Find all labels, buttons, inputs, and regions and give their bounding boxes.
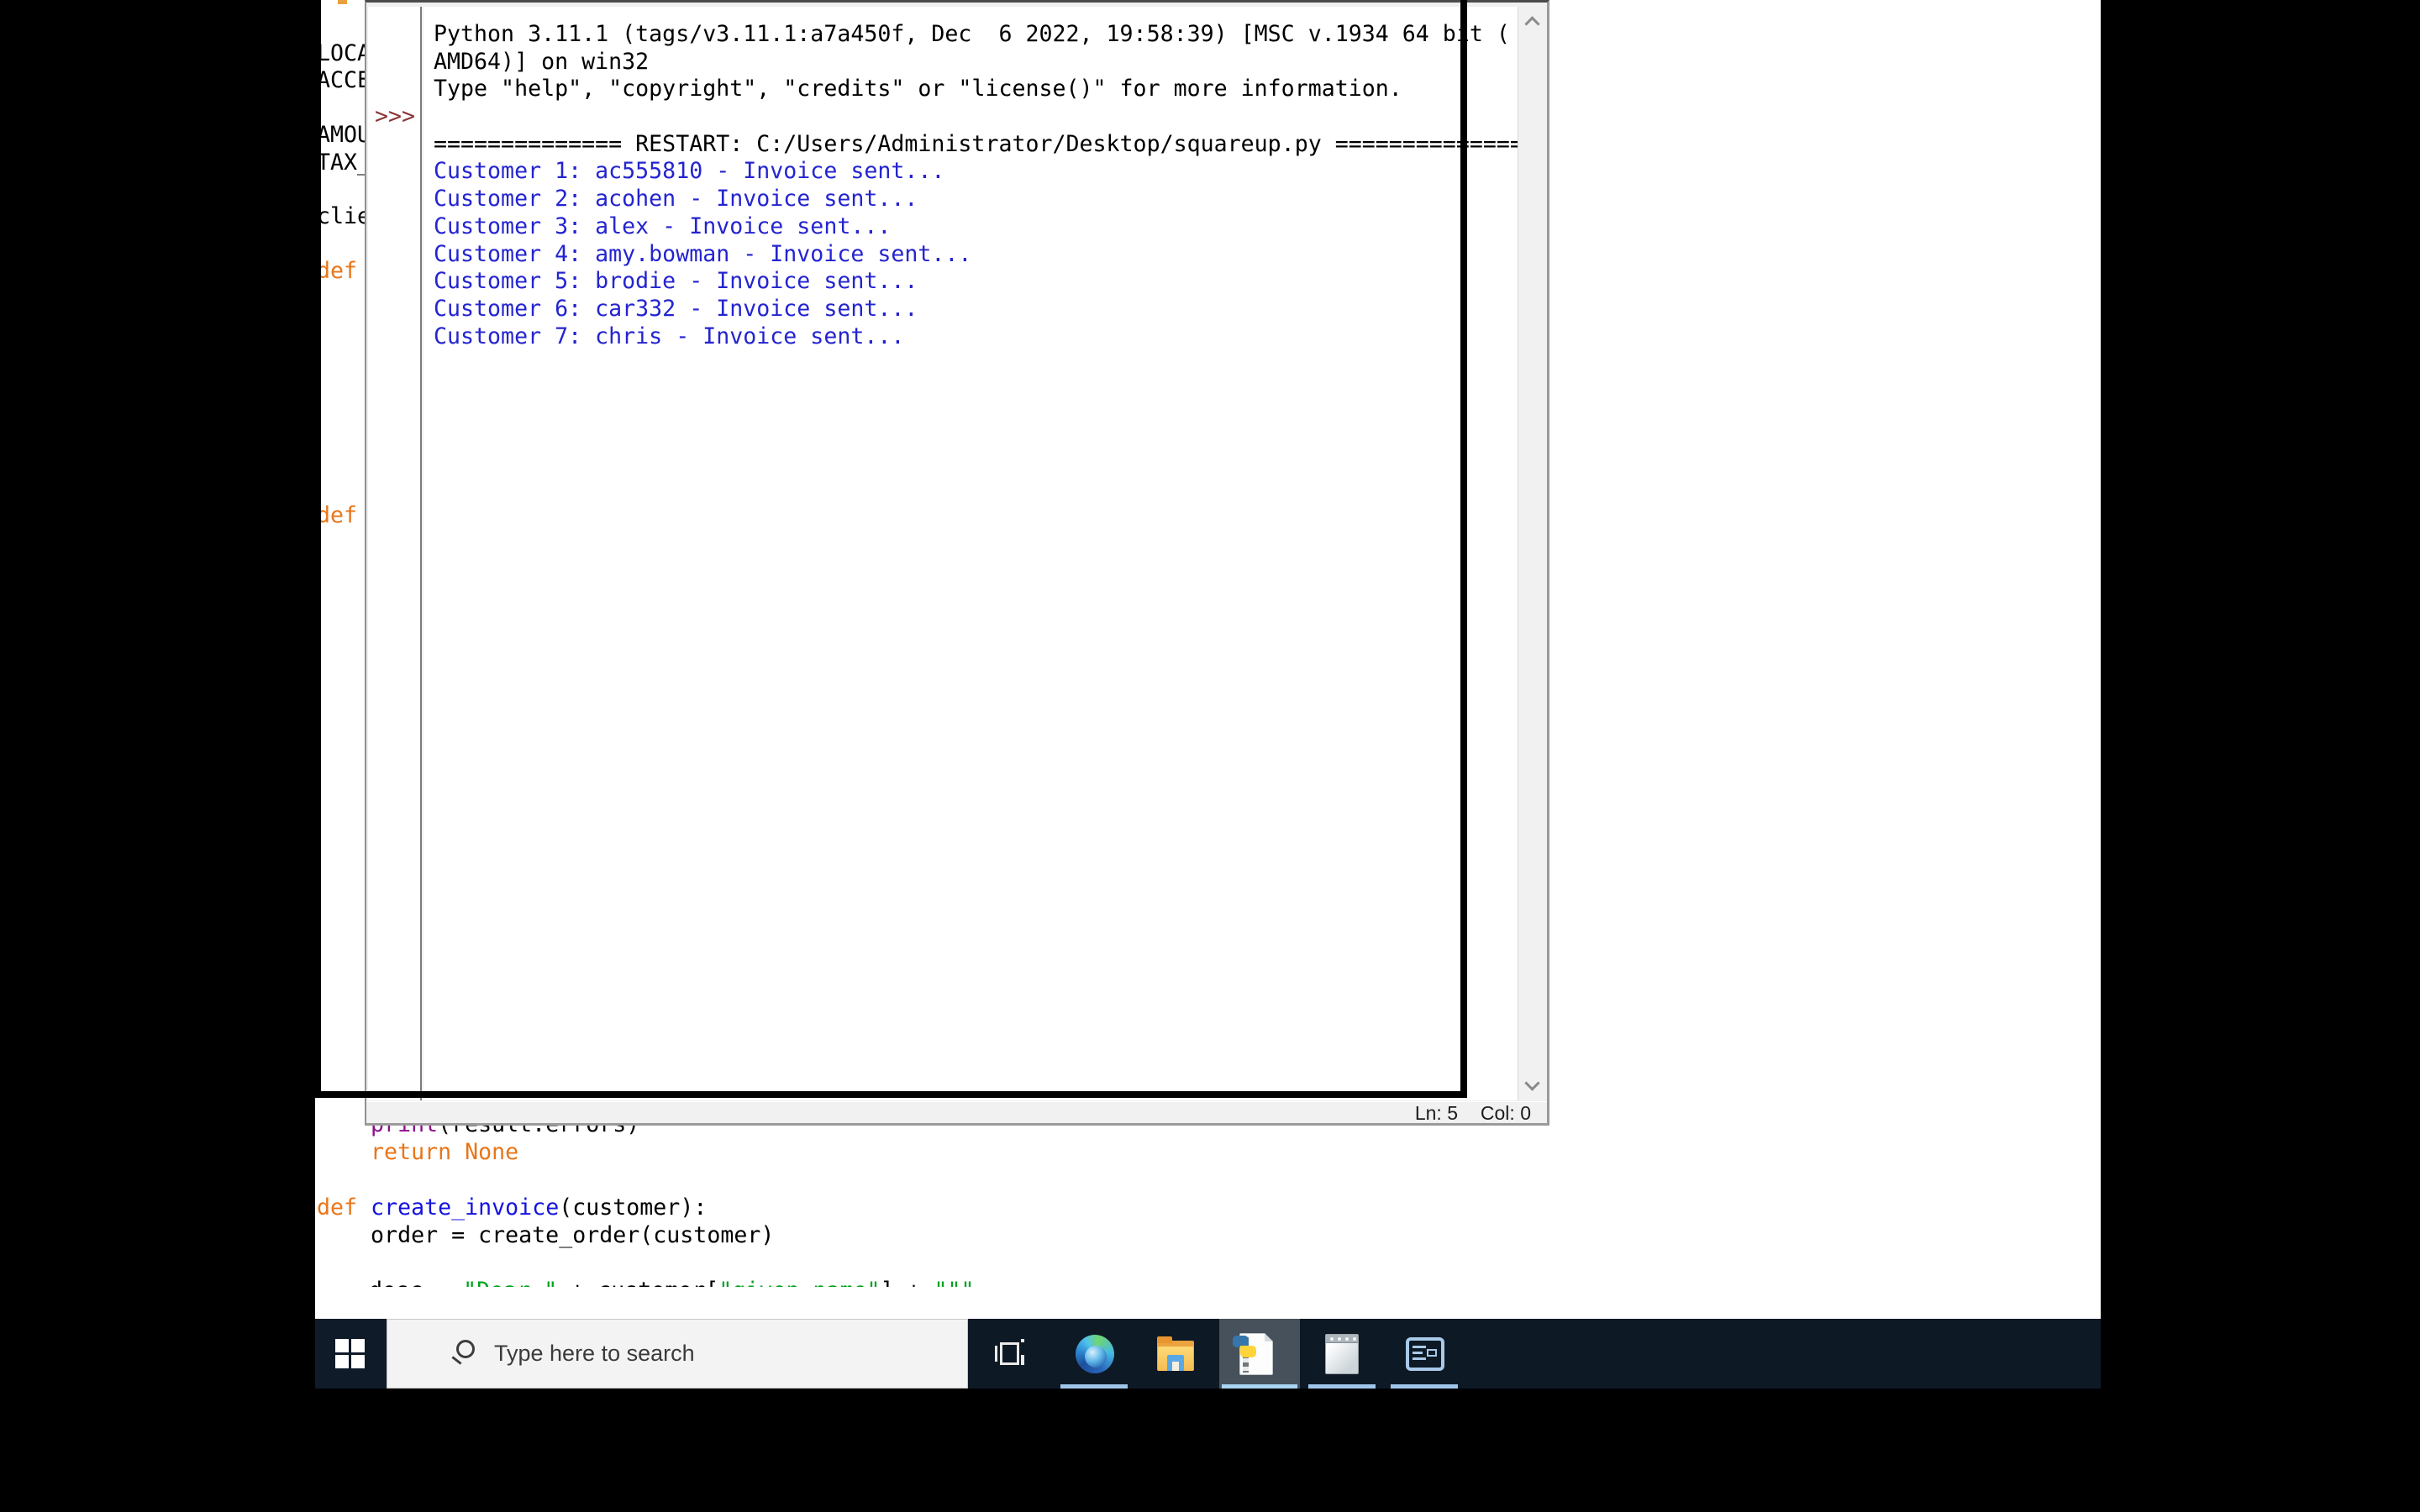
code-line: clie (317, 203, 371, 231)
shell-scrollbar[interactable] (1518, 7, 1546, 1100)
code-segment: def (317, 1194, 358, 1221)
editor-clipped-text-fragment (338, 0, 347, 4)
code-segment: """ (934, 1278, 975, 1287)
shell-text-area[interactable]: Python 3.11.1 (tags/v3.11.1:a7a450f, Dec… (424, 7, 1518, 1100)
code-line: def (317, 502, 357, 530)
scroll-down-icon[interactable] (1524, 1075, 1540, 1091)
code-segment: + customer[ (557, 1278, 718, 1287)
python-logo-icon (1233, 1336, 1258, 1361)
task-view-icon (995, 1339, 1024, 1368)
shell-prompt: >>> (375, 103, 416, 129)
terminal-icon (1406, 1337, 1444, 1371)
code-line: order = create_order(customer) (317, 1222, 774, 1250)
start-button[interactable] (315, 1319, 387, 1389)
code-segment: create_invoice (371, 1194, 560, 1221)
running-indicator (1391, 1384, 1458, 1389)
shell-prompt-sidebar: >>> (368, 7, 422, 1100)
shell-line: Customer 5: brodie - Invoice sent... (434, 268, 918, 295)
code-segment: LOCA (317, 40, 371, 66)
search-input[interactable] (492, 1320, 946, 1388)
windows-logo-icon (335, 1339, 366, 1369)
file-explorer-icon (1157, 1336, 1194, 1372)
shell-line: Customer 6: car332 - Invoice sent... (434, 295, 918, 322)
code-segment: ] + (880, 1278, 934, 1287)
code-segment: desc = (315, 1278, 463, 1287)
code-segment: None (465, 1139, 519, 1165)
shell-status-bar: Ln: 5 Col: 0 (366, 1101, 1546, 1123)
search-icon (456, 1340, 475, 1358)
taskbar-button-python-idle[interactable] (1219, 1319, 1300, 1389)
taskbar-search-box[interactable] (387, 1319, 968, 1389)
code-line: def (317, 258, 357, 286)
clipped-code-line: desc = "Dear " + customer["given_name"] … (315, 1278, 1458, 1287)
code-segment: (customer): (559, 1194, 708, 1221)
edge-browser-icon (1076, 1335, 1114, 1373)
code-segment: def (317, 258, 358, 284)
taskbar-button-edge[interactable] (1054, 1319, 1134, 1389)
virtual-machine-screen: LOCAACCEAMOUTAX_cliedefdef print(result.… (315, 0, 2101, 1389)
running-indicator (1308, 1384, 1376, 1389)
code-segment: def (317, 502, 358, 528)
code-segment: TAX_ (317, 150, 371, 176)
shell-line: Customer 2: acohen - Invoice sent... (434, 186, 918, 213)
shell-line: Type "help", "copyright", "credits" or "… (434, 76, 1402, 102)
code-line: ACCE (317, 67, 371, 95)
running-indicator (1060, 1384, 1128, 1389)
taskbar-button-file-explorer[interactable] (1134, 1319, 1215, 1389)
shell-line: Python 3.11.1 (tags/v3.11.1:a7a450f, Dec… (434, 21, 1510, 47)
status-column-number: Col: 0 (1480, 1102, 1531, 1124)
code-line: TAX_ (317, 150, 371, 177)
shell-line: Customer 7: chris - Invoice sent... (434, 323, 905, 349)
code-segment: order = create_order(customer) (317, 1222, 775, 1248)
shell-line: Customer 3: alex - Invoice sent... (434, 213, 892, 239)
taskbar-button-notepad[interactable] (1302, 1319, 1382, 1389)
code-line: desc = "Dear " + customer["given_name"] … (315, 1278, 1458, 1287)
code-segment: ACCE (317, 67, 371, 93)
running-indicator (1222, 1384, 1297, 1389)
code-segment: AMOU (317, 122, 371, 148)
taskbar (315, 1319, 2101, 1389)
shell-line: ============== RESTART: C:/Users/Adminis… (434, 130, 1518, 157)
code-line: AMOU (317, 122, 371, 150)
shell-line: Customer 1: ac555810 - Invoice sent... (434, 158, 945, 185)
code-line: return None (317, 1139, 518, 1167)
shell-line: Customer 4: amy.bowman - Invoice sent... (434, 240, 972, 267)
taskbar-button-terminal[interactable] (1384, 1319, 1465, 1389)
code-line: def create_invoice(customer): (317, 1194, 707, 1222)
shell-line: AMD64)] on win32 (434, 48, 650, 75)
scroll-up-icon[interactable] (1524, 16, 1540, 32)
code-line: LOCA (317, 40, 371, 68)
code-segment: "given_name" (718, 1278, 880, 1287)
status-line-number: Ln: 5 (1414, 1102, 1458, 1124)
notepad-icon (1325, 1334, 1359, 1374)
code-segment: "Dear " (463, 1278, 557, 1287)
taskbar-button-task-view[interactable] (969, 1319, 1050, 1389)
code-segment: clie (317, 203, 371, 229)
idle-shell-window: >>> Python 3.11.1 (tags/v3.11.1:a7a450f,… (365, 0, 1549, 1126)
code-segment: return (371, 1139, 452, 1165)
